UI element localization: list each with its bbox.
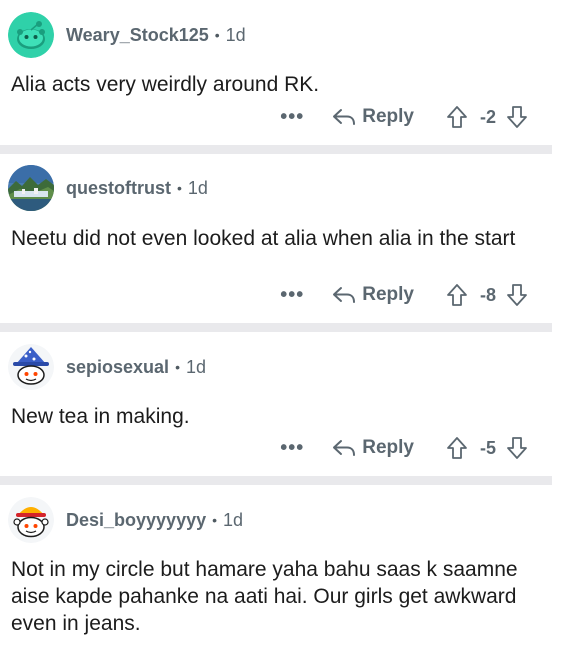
comment-meta: sepiosexual • 1d: [66, 357, 206, 378]
avatar[interactable]: [8, 344, 54, 390]
reply-arrow-icon: [333, 109, 356, 125]
more-options-button[interactable]: •••: [280, 285, 304, 305]
more-options-button[interactable]: •••: [280, 438, 304, 458]
vote-score: -8: [479, 284, 496, 305]
username[interactable]: Desi_boyyyyyyy: [66, 510, 206, 531]
comment-age: 1d: [187, 177, 208, 198]
comment-age: 1d: [223, 509, 244, 530]
vote-score: -5: [479, 437, 496, 458]
comment-text: New tea in making.: [11, 405, 190, 428]
downvote-icon[interactable]: [506, 105, 528, 129]
username[interactable]: Weary_Stock125: [66, 25, 209, 46]
landscape-photo-icon: [8, 165, 54, 211]
comment-3: sepiosexual • 1d New tea in making. ••• …: [0, 332, 552, 476]
snoo-hat-icon: [8, 497, 54, 543]
meta-separator: •: [177, 180, 182, 196]
reply-arrow-icon: [333, 287, 356, 303]
comment-text: Neetu did not even looked at alia when a…: [11, 227, 516, 250]
comment-header: questoftrust • 1d: [8, 165, 208, 211]
vote-controls: -2: [446, 105, 528, 129]
comment-actions: ••• Reply -5: [280, 436, 528, 460]
comment-meta: questoftrust • 1d: [66, 178, 208, 199]
avatar[interactable]: [8, 12, 54, 58]
username[interactable]: questoftrust: [66, 178, 171, 199]
reply-button[interactable]: Reply: [332, 106, 414, 128]
comment-meta: Weary_Stock125 • 1d: [66, 25, 246, 46]
upvote-icon[interactable]: [446, 105, 468, 129]
avatar[interactable]: [8, 497, 54, 543]
comment-2: questoftrust • 1d Neetu did not even loo…: [0, 154, 552, 323]
reply-button[interactable]: Reply: [332, 284, 414, 306]
reply-label: Reply: [362, 437, 414, 458]
comment-age: 1d: [185, 356, 206, 377]
reply-arrow-icon: [333, 440, 356, 456]
comment-actions: ••• Reply -8: [280, 283, 528, 307]
meta-separator: •: [212, 512, 218, 528]
comment-header: sepiosexual • 1d: [8, 344, 206, 390]
comment-header: Desi_boyyyyyyy • 1d: [8, 497, 243, 543]
reply-button[interactable]: Reply: [332, 437, 414, 459]
comment-divider: [0, 145, 552, 154]
comment-actions: ••• Reply -2: [280, 105, 528, 129]
vote-score: -2: [479, 106, 496, 127]
comment-4: Desi_boyyyyyyy • 1d Not in my circle but…: [0, 485, 552, 649]
username[interactable]: sepiosexual: [66, 357, 169, 378]
reply-label: Reply: [362, 284, 414, 305]
comment-divider: [0, 476, 552, 485]
more-options-button[interactable]: •••: [280, 107, 304, 127]
comment-divider: [0, 323, 552, 332]
comment-text: Not in my circle but hamare yaha bahu sa…: [11, 558, 518, 635]
snoo-wizard-icon: [8, 344, 54, 390]
upvote-icon[interactable]: [446, 436, 468, 460]
meta-separator: •: [214, 27, 220, 43]
reply-label: Reply: [362, 106, 414, 127]
comment-text: Alia acts very weirdly around RK.: [11, 73, 320, 96]
avatar[interactable]: [8, 165, 54, 211]
downvote-icon[interactable]: [506, 283, 528, 307]
comment-age: 1d: [225, 24, 246, 45]
comment-meta: Desi_boyyyyyyy • 1d: [66, 510, 243, 531]
vote-controls: -5: [446, 436, 528, 460]
meta-separator: •: [175, 359, 180, 375]
upvote-icon[interactable]: [446, 283, 468, 307]
snoo-teal-icon: [8, 12, 54, 58]
comment-header: Weary_Stock125 • 1d: [8, 12, 246, 58]
comment-1: Weary_Stock125 • 1d Alia acts very weird…: [0, 0, 552, 145]
vote-controls: -8: [446, 283, 528, 307]
downvote-icon[interactable]: [506, 436, 528, 460]
